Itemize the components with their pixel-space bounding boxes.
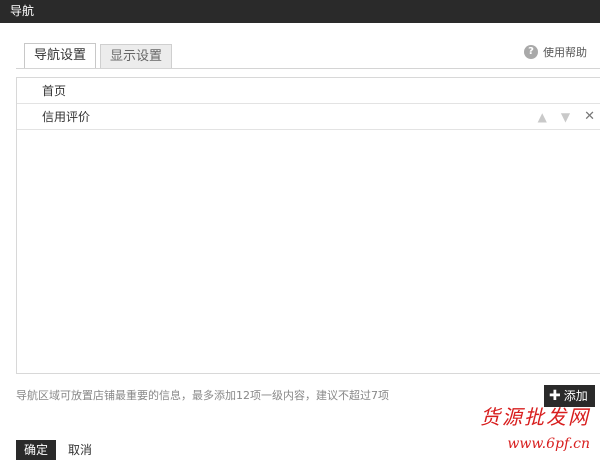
ok-button[interactable]: 确定 bbox=[16, 440, 56, 460]
window-title: 导航 bbox=[0, 0, 600, 23]
nav-item-label: 首页 bbox=[42, 84, 67, 98]
list-item[interactable]: 首页 bbox=[17, 78, 600, 104]
tab-divider bbox=[16, 68, 600, 69]
tab-nav-settings[interactable]: 导航设置 bbox=[24, 43, 97, 69]
close-icon[interactable]: ✕ bbox=[584, 104, 595, 130]
help-link[interactable]: ? 使用帮助 bbox=[524, 44, 587, 60]
help-icon: ? bbox=[524, 45, 538, 59]
tab-bar: 导航设置 显示设置 bbox=[24, 43, 173, 69]
nav-item-label: 信用评价 bbox=[42, 110, 91, 124]
nav-dialog: 导航设置 显示设置 ? 使用帮助 首页 信用评价 ▲ ▼ ✕ 导航区域可放置店铺… bbox=[0, 23, 600, 460]
row-actions: ▲ ▼ ✕ bbox=[538, 104, 595, 130]
tab-display-settings[interactable]: 显示设置 bbox=[100, 44, 173, 69]
move-up-icon[interactable]: ▲ bbox=[538, 104, 547, 130]
help-label: 使用帮助 bbox=[543, 46, 587, 59]
watermark-url: www.6pf.cn bbox=[507, 436, 590, 452]
watermark: 货源批发网 www.6pf.cn bbox=[480, 401, 590, 452]
hint-text: 导航区域可放置店铺最重要的信息，最多添加12项一级内容，建议不超过7项 bbox=[16, 389, 389, 402]
nav-item-list: 首页 信用评价 ▲ ▼ ✕ bbox=[16, 77, 600, 374]
watermark-title: 货源批发网 bbox=[480, 405, 590, 429]
cancel-button[interactable]: 取消 bbox=[68, 440, 92, 460]
list-item[interactable]: 信用评价 ▲ ▼ ✕ bbox=[17, 104, 600, 130]
move-down-icon[interactable]: ▼ bbox=[561, 104, 570, 130]
